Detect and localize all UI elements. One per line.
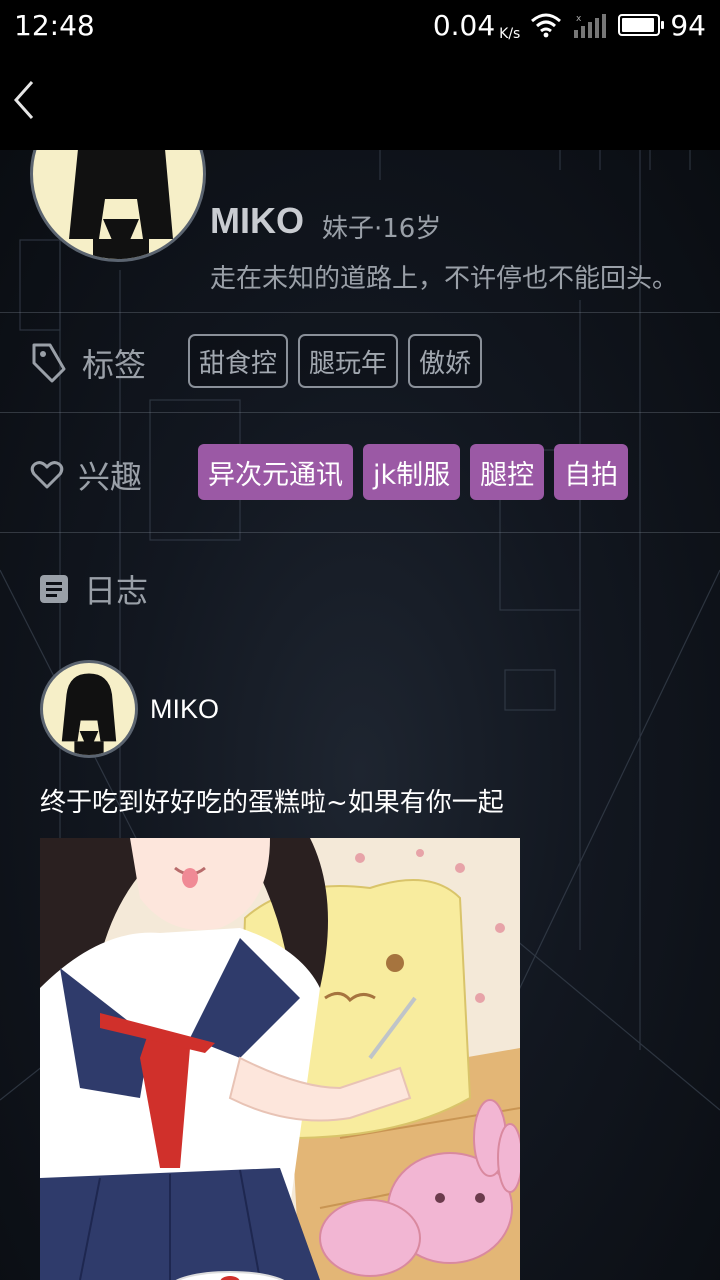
document-icon bbox=[40, 575, 68, 603]
interest-chip[interactable]: 异次元通讯 bbox=[198, 444, 353, 500]
post-author-avatar[interactable] bbox=[40, 660, 138, 758]
interest-chip[interactable]: 自拍 bbox=[554, 444, 629, 500]
avatar-illustration bbox=[69, 150, 173, 259]
diary-label-text: 日志 bbox=[84, 572, 149, 610]
divider bbox=[0, 312, 720, 313]
interests-section-label: 兴趣 bbox=[30, 452, 142, 498]
battery-fill bbox=[622, 18, 655, 32]
network-speed-unit: K/s bbox=[499, 25, 521, 42]
post-text: 终于吃到好好吃的蛋糕啦~如果有你一起 bbox=[40, 788, 504, 818]
profile-avatar[interactable] bbox=[30, 150, 210, 262]
post-photo-illustration bbox=[40, 838, 520, 1280]
tags-label-text: 标签 bbox=[82, 346, 147, 384]
tag-chip[interactable]: 甜食控 bbox=[188, 334, 289, 388]
interest-chip[interactable]: jk制服 bbox=[363, 444, 461, 500]
network-speed: 0.04 K/s bbox=[433, 9, 521, 42]
tags-section-label: 标签 bbox=[30, 340, 146, 386]
wifi-icon bbox=[531, 13, 562, 38]
post-author-name[interactable]: MIKO bbox=[150, 694, 219, 725]
tag-chip[interactable]: 傲娇 bbox=[408, 334, 483, 388]
diary-section-label: 日志 bbox=[38, 566, 148, 612]
status-time: 12:48 bbox=[14, 8, 95, 42]
status-bar: 12:48 0.04 K/s x 94 bbox=[0, 0, 720, 50]
interest-chip[interactable]: 腿控 bbox=[470, 444, 545, 500]
network-speed-value: 0.04 bbox=[432, 8, 496, 42]
svg-text:x: x bbox=[576, 14, 582, 24]
tag-icon bbox=[32, 343, 66, 383]
interests-list: 异次元通讯 jk制服 腿控 自拍 bbox=[198, 444, 629, 500]
battery-icon bbox=[618, 14, 665, 36]
post-image[interactable] bbox=[40, 838, 520, 1280]
signal-icon: x bbox=[574, 14, 607, 38]
heart-icon bbox=[30, 461, 64, 489]
back-button[interactable] bbox=[8, 78, 48, 122]
divider bbox=[0, 412, 720, 413]
divider bbox=[0, 532, 720, 533]
profile-bio: 走在未知的道路上，不许停也不能回头。 bbox=[210, 264, 679, 294]
profile-name: MIKO bbox=[210, 200, 304, 241]
avatar-illustration bbox=[61, 673, 117, 755]
tag-chip[interactable]: 腿玩年 bbox=[298, 334, 399, 388]
top-nav-bar bbox=[0, 50, 720, 150]
chevron-left-icon bbox=[13, 81, 34, 119]
interests-label-text: 兴趣 bbox=[78, 458, 143, 496]
tags-list: 甜食控 腿玩年 傲娇 bbox=[188, 334, 483, 388]
battery-percent: 94 bbox=[670, 8, 706, 42]
profile-gender-age: 妹子·16岁 bbox=[322, 214, 442, 244]
